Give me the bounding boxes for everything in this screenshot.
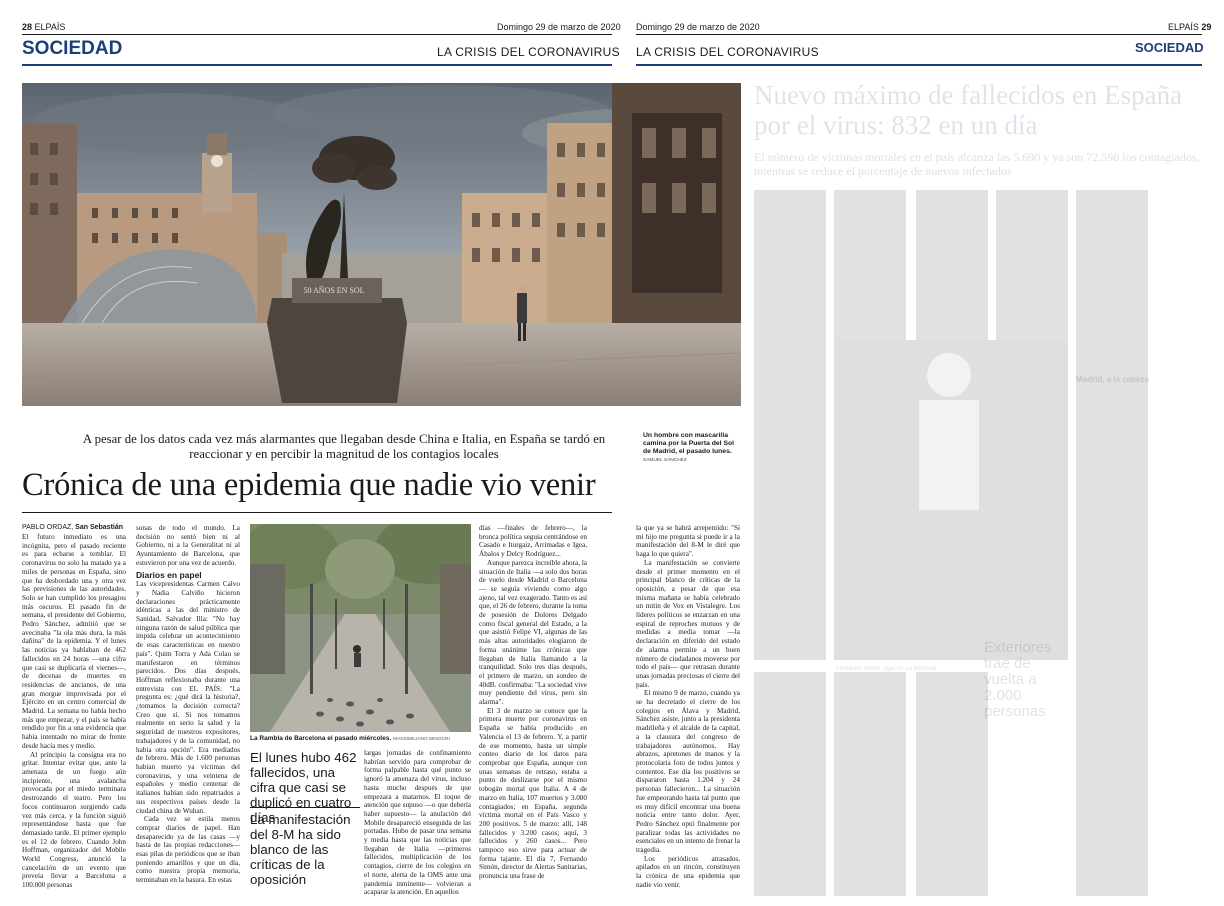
section-title: SOCIEDAD — [22, 38, 123, 59]
intertitle: Diarios en papel — [136, 569, 202, 580]
topic-label-right: LA CRISIS DEL CORONAVIRUS — [636, 45, 819, 59]
headline-rule — [22, 512, 612, 513]
header-rule — [22, 34, 612, 35]
article-column-4: días —finales de febrero—, la bronca pol… — [479, 524, 587, 899]
paragraph: El 3 de marzo se conoce que la primera m… — [479, 706, 587, 881]
paragraph: sonas de todo el mundo. La decisión no s… — [136, 524, 240, 567]
paragraph: Los periódicos atrasados, apilados en un… — [636, 854, 740, 889]
byline-place: San Sebastián — [75, 524, 124, 531]
faded-box-title: Exteriores trae de vuelta a 2.000 person… — [984, 639, 1052, 720]
page-date: Domingo 29 de marzo de 2020 — [497, 22, 621, 32]
paragraph: la que ya se habrá arrepentido: "Si mi h… — [636, 524, 740, 559]
byline: PABLO ORDAZ, San Sebastián — [22, 524, 123, 531]
header-rule-bottom-right — [636, 64, 1202, 66]
topic-label: LA CRISIS DEL CORONAVIRUS — [437, 45, 620, 59]
pull-quote-2: La manifestación del 8-M ha sido blanco … — [250, 812, 351, 887]
faded-heading: Madrid, a la cabeza — [1076, 375, 1149, 384]
paragraph: Las vicepresidentas Carmen Calvo y Nadia… — [136, 580, 240, 815]
paragraph: La manifestación se convierte desde el p… — [636, 558, 740, 689]
pull-quote-rule — [250, 807, 360, 808]
page-number: 28 — [22, 22, 33, 32]
rambla-barcelona-photo — [250, 524, 471, 732]
paragraph: El mismo 9 de marzo, cuando ya se ha dec… — [636, 689, 740, 855]
section-title-right: SOCIEDAD — [1135, 40, 1204, 55]
header-rule-right — [636, 34, 1202, 35]
faded-headline: Nuevo máximo de fallecidos en España por… — [754, 80, 1183, 140]
paragraph: Aunque parezca increíble ahora, la situa… — [479, 558, 587, 707]
page-number: 29 — [1201, 22, 1212, 32]
rambla-credit: MASSIMILIANO MINOCRI — [393, 737, 450, 742]
article-headline: Crónica de una epidemia que nadie vio ve… — [22, 467, 596, 503]
faded-subhead: El número de víctimas mortales en el paí… — [754, 150, 1200, 178]
faded-photo-caption: Fernando Simón, ayer en La Moncloa — [836, 666, 937, 672]
rambla-caption: La Rambla de Barcelona el pasado miércol… — [250, 735, 392, 742]
main-photo: 50 AÑOS EN SOL — [22, 83, 741, 406]
article-column-1: El futuro inmediato es una incógnita, pe… — [22, 533, 126, 899]
byline-author: PABLO ORDAZ, — [22, 524, 74, 531]
article-column-5: la que ya se habrá arrepentido: "Si mi h… — [636, 524, 740, 899]
photo-caption: Un hombre con mascarilla camina por la P… — [643, 432, 735, 455]
faded-body — [754, 190, 1204, 896]
article-column-3: largas jornadas de confinamiento habrían… — [364, 749, 471, 899]
newspaper-name: ELPAÍS — [34, 22, 66, 32]
rambla-photo — [250, 524, 471, 732]
puerta-del-sol-photo: 50 AÑOS EN SOL — [22, 83, 741, 406]
rambla-caption-line: La Rambla de Barcelona el pasado miércol… — [250, 735, 450, 742]
paragraph: Cada vez se estila menos comprar diarios… — [136, 815, 240, 885]
monument-plaque-text: 50 AÑOS EN SOL — [303, 285, 364, 295]
newspaper-name: ELPAÍS — [1168, 22, 1199, 32]
photo-credit: SAMUEL SÁNCHEZ — [643, 458, 687, 463]
paragraph: El futuro inmediato es una incógnita, pe… — [22, 533, 126, 750]
article-column-2: sonas de todo el mundo. La decisión no s… — [136, 524, 240, 899]
faded-text-columns — [754, 190, 1148, 896]
page-folio-left: 28 ELPAÍS — [22, 22, 65, 32]
paragraph: largas jornadas de confinamiento habrían… — [364, 749, 471, 897]
article-subhead: A pesar de los datos cada vez más alarma… — [82, 432, 606, 461]
paragraph: días —finales de febrero—, la bronca pol… — [479, 524, 587, 559]
page-date-right: Domingo 29 de marzo de 2020 — [636, 22, 760, 32]
header-rule-bottom — [22, 64, 612, 66]
page-folio-right: ELPAÍS 29 — [1168, 22, 1211, 32]
paragraph: Al principio la consigna era no gritar. … — [22, 750, 126, 890]
